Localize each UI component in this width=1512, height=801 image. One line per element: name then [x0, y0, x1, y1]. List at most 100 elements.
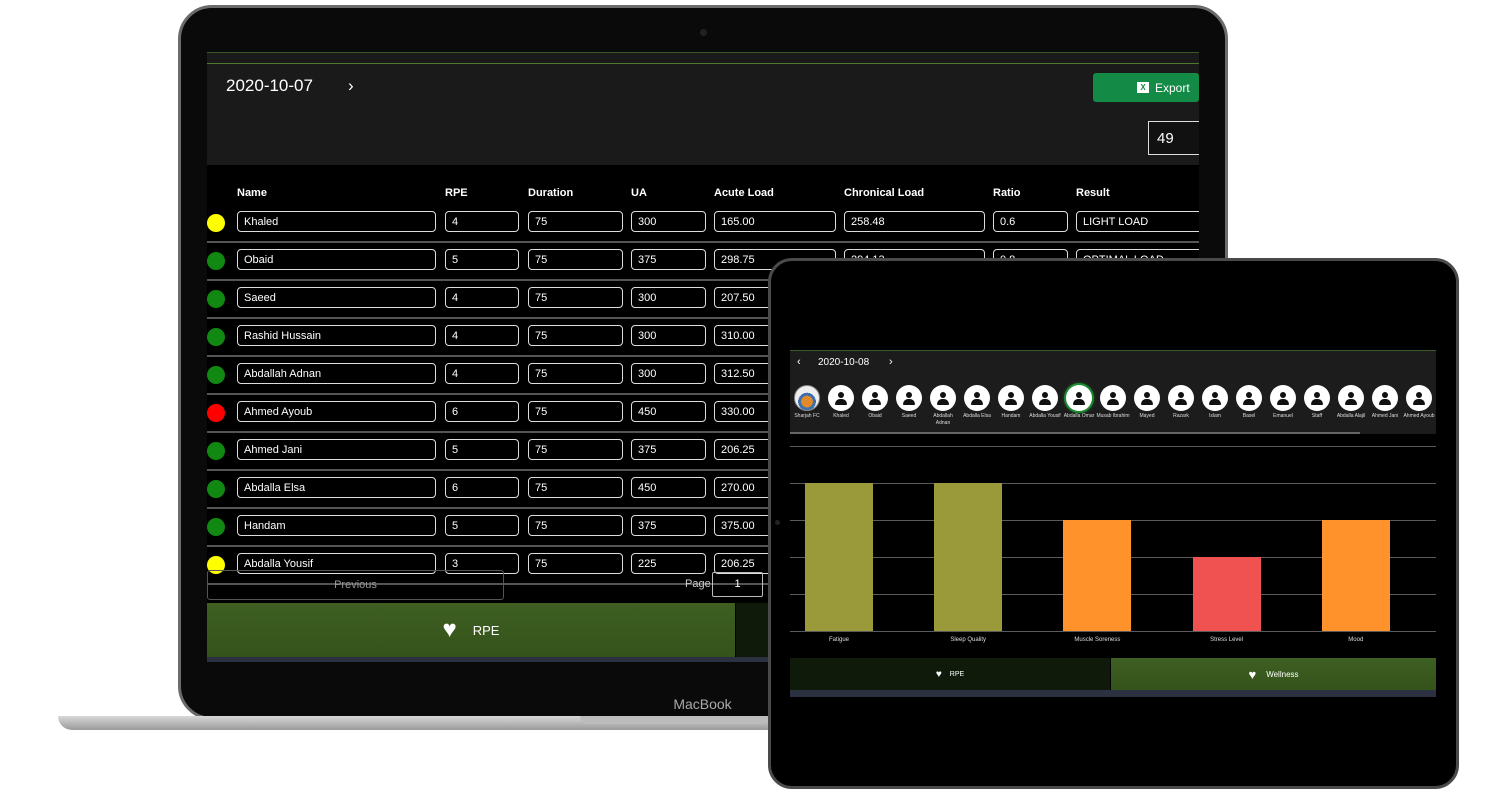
cell-rpe[interactable]: 4 [445, 287, 519, 308]
cell-rpe[interactable]: 5 [445, 515, 519, 536]
player-avatar[interactable] [930, 385, 956, 411]
player-avatar[interactable] [828, 385, 854, 411]
cell-rpe[interactable]: 4 [445, 363, 519, 384]
player-avatar[interactable] [896, 385, 922, 411]
user-icon [838, 392, 844, 398]
cell-name[interactable]: Ahmed Jani [237, 439, 436, 460]
player-name: Abdallah Adnan [933, 413, 953, 426]
cell-duration[interactable]: 75 [528, 287, 623, 308]
tab-rpe[interactable]: ♥ RPE [207, 603, 735, 657]
player-avatar[interactable] [1168, 385, 1194, 411]
player-avatar[interactable] [1406, 385, 1432, 411]
cell-name[interactable]: Abdalla Elsa [237, 477, 436, 498]
cell-rpe[interactable]: 6 [445, 401, 519, 422]
cell-ua[interactable]: 375 [631, 439, 706, 460]
cell-acute-load[interactable]: 165.00 [714, 211, 836, 232]
player-avatar[interactable] [1100, 385, 1126, 411]
player-name: Emanuel [1273, 413, 1293, 419]
cell-duration[interactable]: 75 [528, 401, 623, 422]
player-avatar[interactable] [964, 385, 990, 411]
player-avatar[interactable] [998, 385, 1024, 411]
cell-duration[interactable]: 75 [528, 439, 623, 460]
user-icon [1382, 392, 1388, 398]
divider [207, 63, 1199, 64]
user-icon-body [1345, 399, 1357, 405]
cell-duration[interactable]: 75 [528, 477, 623, 498]
player-name: Abdalla Elsa [963, 413, 991, 419]
cell-ratio[interactable]: 0.6 [993, 211, 1068, 232]
user-icon-body [937, 399, 949, 405]
count-input[interactable]: 49 [1148, 121, 1199, 155]
chevron-right-icon[interactable]: › [348, 76, 354, 96]
player-avatar[interactable] [1270, 385, 1296, 411]
user-icon-body [869, 399, 881, 405]
cell-name[interactable]: Khaled [237, 211, 436, 232]
cell-ua[interactable]: 300 [631, 325, 706, 346]
cell-duration[interactable]: 75 [528, 211, 623, 232]
player-name: Abdalla Alajil [1336, 413, 1366, 419]
cell-duration[interactable]: 75 [528, 249, 623, 270]
player-avatar[interactable] [862, 385, 888, 411]
player-name: Abdalla Yousif [1029, 413, 1061, 419]
tab-label: RPE [472, 622, 500, 638]
status-indicator [207, 404, 225, 422]
column-header: Name [237, 187, 267, 199]
player-name: Sharjah FC [794, 413, 820, 419]
cell-name[interactable]: Saeed [237, 287, 436, 308]
player-name: Musab Ibrahim [1096, 413, 1130, 419]
player-avatar[interactable] [1134, 385, 1160, 411]
cell-ua[interactable]: 375 [631, 249, 706, 270]
cell-ua[interactable]: 300 [631, 211, 706, 232]
wellness-chart: Fatigue Sleep Quality Muscle Soreness Stres… [790, 434, 1436, 658]
export-button[interactable]: X Export [1093, 73, 1199, 102]
cell-name[interactable]: Abdallah Adnan [237, 363, 436, 384]
cell-chronical-load[interactable]: 258.48 [844, 211, 985, 232]
tab-wellness[interactable]: ♥ Wellness [1111, 658, 1436, 690]
chevron-left-icon[interactable]: ‹ [797, 356, 801, 368]
cell-rpe[interactable]: 4 [445, 325, 519, 346]
cell-rpe[interactable]: 6 [445, 477, 519, 498]
player-name: Razark [1173, 413, 1189, 419]
page-input[interactable]: 1 [712, 572, 763, 597]
cell-result[interactable]: LIGHT LOAD [1076, 211, 1199, 232]
cell-ua[interactable]: 375 [631, 515, 706, 536]
cell-ua[interactable]: 450 [631, 401, 706, 422]
user-icon-body [1311, 399, 1323, 405]
previous-button[interactable]: Previous [207, 570, 504, 600]
chevron-right-icon[interactable]: › [889, 356, 893, 368]
cell-rpe[interactable]: 5 [445, 249, 519, 270]
player-avatar[interactable] [1236, 385, 1262, 411]
cell-name[interactable]: Obaid [237, 249, 436, 270]
player-avatar[interactable] [1338, 385, 1364, 411]
cell-ua[interactable]: 300 [631, 287, 706, 308]
cell-duration[interactable]: 75 [528, 325, 623, 346]
column-header: UA [631, 187, 647, 199]
cell-duration[interactable]: 75 [528, 363, 623, 384]
cell-name[interactable]: Handam [237, 515, 436, 536]
user-icon-body [903, 399, 915, 405]
player-name: Ahmed Ayoub [1403, 413, 1435, 419]
status-indicator [207, 328, 225, 346]
x-tick-label: Muscle Soreness [1074, 637, 1121, 643]
x-tick-label: Fatigue [828, 637, 849, 643]
cell-rpe[interactable]: 5 [445, 439, 519, 460]
user-icon-body [1243, 399, 1255, 405]
player-avatar[interactable] [1202, 385, 1228, 411]
tab-rpe[interactable]: ♥ RPE [790, 658, 1110, 690]
cell-rpe[interactable]: 4 [445, 211, 519, 232]
cell-ua[interactable]: 300 [631, 363, 706, 384]
laptop-brand: MacBook [673, 696, 732, 712]
player-avatar[interactable] [1032, 385, 1058, 411]
cell-ua[interactable]: 450 [631, 477, 706, 498]
player-avatar[interactable] [1066, 385, 1092, 411]
cell-name[interactable]: Rashid Hussain [237, 325, 436, 346]
export-label: Export [1155, 80, 1190, 95]
player-avatar[interactable] [1304, 385, 1330, 411]
status-indicator [207, 442, 225, 460]
column-header: Acute Load [714, 187, 774, 199]
cell-duration[interactable]: 75 [528, 515, 623, 536]
team-logo[interactable] [794, 385, 820, 411]
cell-name[interactable]: Ahmed Ayoub [237, 401, 436, 422]
player-avatar[interactable] [1372, 385, 1398, 411]
header: 2020-10-07 › X Export 49 [207, 52, 1199, 165]
